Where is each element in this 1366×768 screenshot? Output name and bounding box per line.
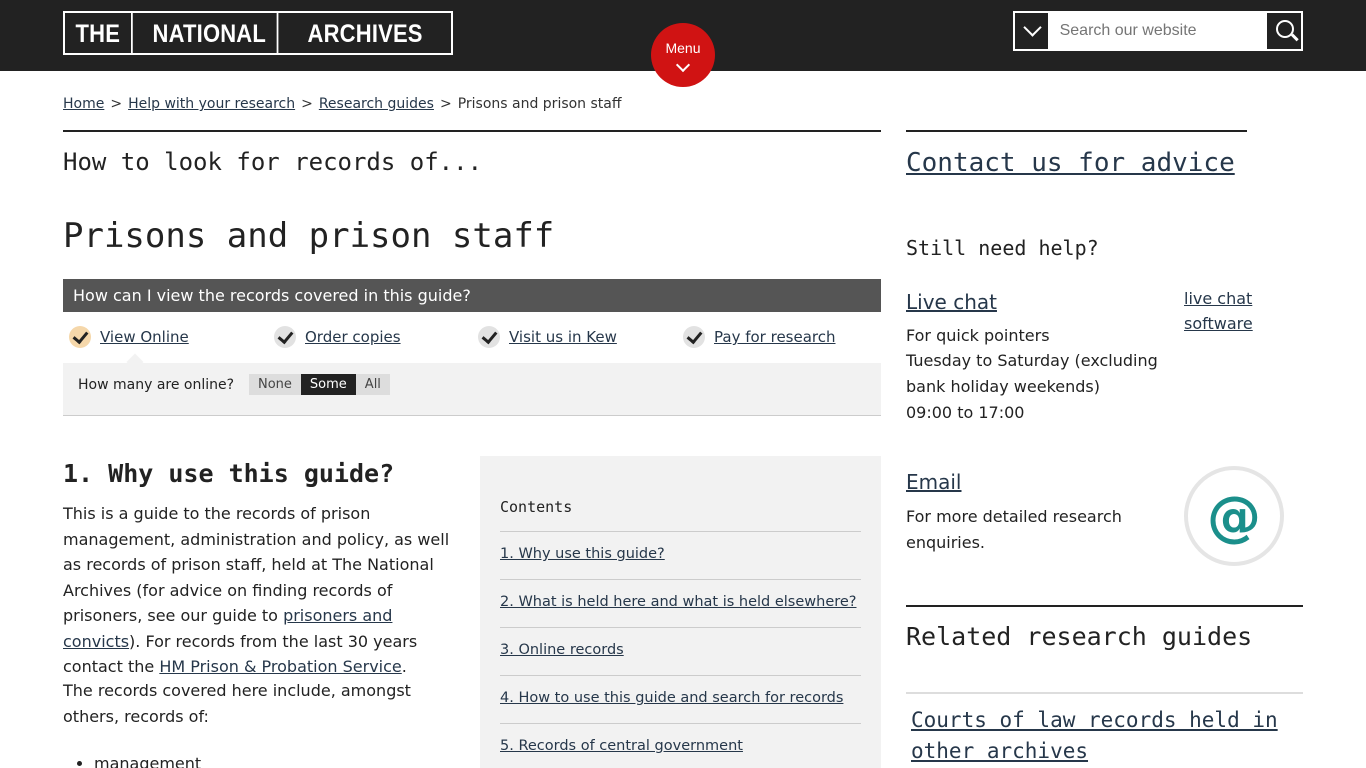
contents-link[interactable]: 1. Why use this guide? [500,546,665,562]
breadcrumb-separator: > [439,96,452,112]
still-need-help-heading: Still need help? [906,236,1099,260]
site-logo[interactable]: THE NATIONAL ARCHIVES [63,11,454,55]
email-link[interactable]: Email [906,470,962,494]
chat-line: Tuesday to Saturday (excluding bank holi… [906,351,1158,396]
logo-word-national: NATIONAL [142,13,278,53]
contents-item: 3. Online records [500,628,861,676]
eyebrow-heading: How to look for records of... [63,148,483,176]
breadcrumb: Home > Help with your research > Research gu… [63,96,622,112]
option-pay-research[interactable]: Pay for research [683,326,836,348]
live-chat-link[interactable]: Live chat [906,290,997,314]
online-label: How many are online? [78,377,235,393]
contents-link[interactable]: 2. What is held here and what is held el… [500,594,857,610]
divider [906,605,1303,607]
chevron-down-icon [675,57,691,73]
check-icon [69,326,91,348]
contents-link[interactable]: 4. How to use this guide and search for … [500,690,843,706]
check-icon [683,326,705,348]
search-input[interactable] [1049,13,1267,49]
related-guides-heading: Related research guides [906,622,1253,651]
contents-item: 1. Why use this guide? [500,532,861,580]
option-label[interactable]: Visit us in Kew [509,328,617,346]
text: . [401,657,407,676]
menu-button[interactable]: Menu [651,23,715,87]
section-heading: 1. Why use this guide? [63,459,395,488]
email-at-icon: @ [1184,466,1284,566]
page-title: Prisons and prison staff [63,216,555,256]
toggle-none[interactable]: None [249,374,301,395]
contents-heading: Contents [500,498,861,532]
records-list: management [76,754,201,768]
email-text: For more detailed research enquiries. [906,507,1122,552]
search-icon[interactable] [1266,13,1301,49]
breadcrumb-help[interactable]: Help with your research [128,96,295,112]
check-icon [478,326,500,348]
online-panel: How many are online? None Some All [63,363,881,416]
contents-panel: Contents 1. Why use this guide? 2. What … [480,456,881,768]
option-view-online[interactable]: View Online [69,326,189,348]
divider [906,692,1303,694]
breadcrumb-current: Prisons and prison staff [457,96,622,112]
contents-item: 4. How to use this guide and search for … [500,676,861,724]
breadcrumb-research-guides[interactable]: Research guides [319,96,434,112]
search-scope-dropdown-icon[interactable] [1015,13,1050,49]
check-icon [274,326,296,348]
records-paragraph: The records covered here include, amongs… [63,681,411,726]
view-options: View Online Order copies Visit us in Kew… [63,324,881,360]
breadcrumb-home[interactable]: Home [63,96,104,112]
divider [63,130,881,132]
breadcrumb-separator: > [110,96,123,112]
contact-advice-link[interactable]: Contact us for advice [906,148,1235,178]
logo-word-the: THE [65,13,133,53]
contents-item: 2. What is held here and what is held el… [500,580,861,628]
option-visit-kew[interactable]: Visit us in Kew [478,326,617,348]
toggle-some[interactable]: Some [300,374,356,395]
related-guide-link[interactable]: Courts of law records held in other arch… [911,705,1281,767]
contents-link[interactable]: 5. Records of central government [500,738,743,754]
link-hm-prison-service[interactable]: HM Prison & Probation Service [159,657,401,676]
option-label[interactable]: Order copies [305,328,401,346]
toggle-all[interactable]: All [355,374,390,395]
contents-item: 5. Records of central government [500,724,861,768]
logo-word-archives: ARCHIVES [307,20,423,48]
breadcrumb-separator: > [301,96,313,112]
menu-label: Menu [665,40,701,56]
chat-hours: 09:00 to 17:00 [906,403,1025,422]
view-records-bar: How can I view the records covered in th… [63,279,881,312]
list-item: management [94,754,201,768]
online-toggle: None Some All [249,374,390,395]
divider [906,130,1247,132]
option-label[interactable]: Pay for research [714,328,836,346]
option-order-copies[interactable]: Order copies [274,326,401,348]
contents-list: 1. Why use this guide? 2. What is held h… [500,532,861,768]
option-label[interactable]: View Online [100,328,189,346]
chat-line: For quick pointers [906,326,1050,345]
intro-paragraph: This is a guide to the records of prison… [63,501,463,680]
contents-link[interactable]: 3. Online records [500,642,624,658]
live-chat-software-link[interactable]: live chat software [1184,286,1264,336]
search-bar [1013,11,1303,51]
